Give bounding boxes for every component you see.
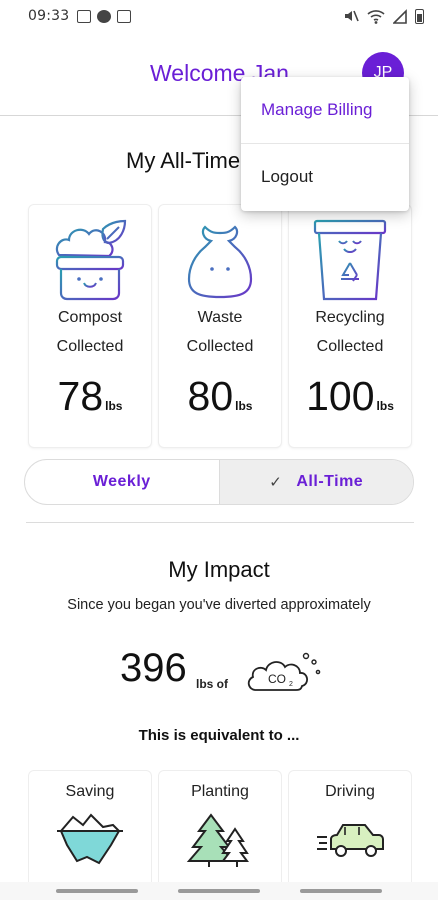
waste-card: Waste Collected 80 lbs [158,204,282,448]
svg-text:2: 2 [289,681,293,688]
check-icon: ✓ [269,474,283,491]
section-divider [26,522,414,523]
compost-sublabel: Collected [56,338,124,355]
iceberg-icon [57,813,123,865]
signal-icon [393,8,407,24]
waste-sublabel: Collected [186,338,254,355]
impact-title: My Impact [168,557,270,582]
compost-label: Compost [57,309,123,326]
car-icon [317,824,384,857]
recycling-card: Recycling Collected 100 lbs [288,204,412,448]
equivalent-cards: Saving Planting Driving [28,770,412,900]
compost-bin-icon [55,219,127,301]
saving-card: Saving [28,770,152,900]
planting-card: Planting [158,770,282,900]
status-notification-icons [77,9,132,23]
status-bar: 09:33 [0,0,438,32]
driving-card: Driving [288,770,412,900]
image-notification-icon [77,9,92,23]
recycling-value: 100 lbs [306,373,394,419]
compost-card: Compost Collected 78 lbs [28,204,152,448]
all-time-label: All-Time [296,473,364,490]
recycling-sublabel: Collected [316,338,384,355]
stat-cards: Compost Collected 78 lbs Waste Collected … [28,204,412,448]
saving-label: Saving [65,783,115,800]
all-time-option[interactable]: ✓ All-Time [218,460,413,504]
logout-menu-item[interactable]: Logout [241,144,409,210]
trees-icon [186,813,249,867]
waste-value: 80 lbs [187,373,253,419]
impact-subtitle: Since you began you've diverted approxim… [67,597,371,613]
system-nav-bar [0,882,438,900]
weekly-option[interactable]: Weekly [25,460,219,504]
wifi-icon [367,9,385,24]
mute-icon [345,10,359,22]
status-system-icons [343,8,424,24]
nav-recent-button[interactable] [56,889,138,893]
svg-text:CO: CO [268,672,286,686]
compost-value: 78 lbs [57,373,123,419]
battery-icon [415,8,424,24]
nav-home-button[interactable] [178,889,260,893]
co2-summary: 396 lbs of CO 2 [120,646,340,702]
nav-back-button[interactable] [300,889,382,893]
recycling-label: Recycling [315,309,385,326]
driving-label: Driving [325,783,375,800]
status-time: 09:33 [28,8,70,24]
account-menu: Manage Billing Logout [241,77,409,211]
recycling-bin-icon [313,219,387,301]
screenshot-notification-icon [117,9,132,23]
co2-value: 396 [120,646,187,690]
manage-billing-menu-item[interactable]: Manage Billing [241,77,409,143]
co2-cloud-icon: CO 2 [247,652,321,691]
period-toggle: Weekly ✓ All-Time [24,459,414,505]
app-notification-icon [97,9,112,23]
planting-label: Planting [191,783,249,800]
waste-bag-icon [187,225,253,299]
equivalent-heading: This is equivalent to ... [138,727,300,744]
stats-title: My All-Time [126,148,241,173]
waste-label: Waste [197,309,243,326]
co2-unit: lbs of [196,677,228,691]
